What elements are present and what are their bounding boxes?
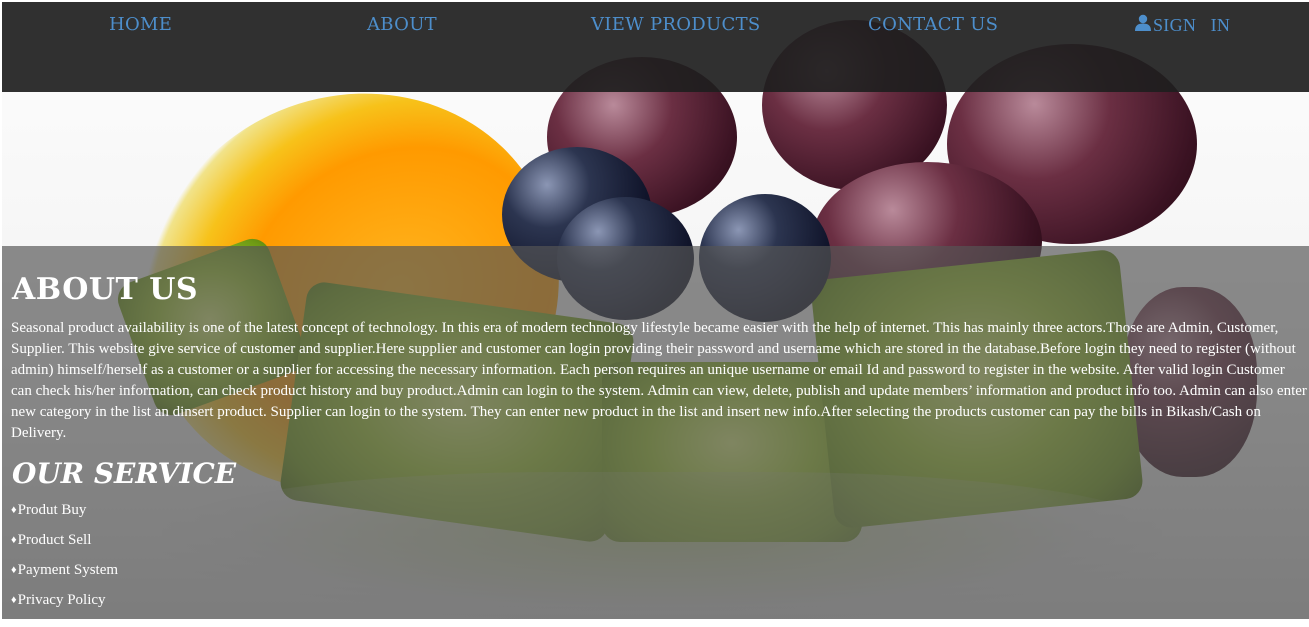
footer-strip xyxy=(0,619,1309,627)
service-item-payment-system[interactable]: ♦ Payment System xyxy=(11,561,118,591)
about-panel: ABOUT US Seasonal product availability i… xyxy=(2,246,1309,619)
service-item-label: Payment System xyxy=(17,562,119,578)
nav-home-link[interactable]: HOME xyxy=(109,14,172,35)
service-list: ♦ Produt Buy ♦ Product Sell ♦ Payment Sy… xyxy=(11,501,118,621)
service-item-label: Produt Buy xyxy=(17,502,87,518)
our-service-heading: OUR SERVICE xyxy=(12,457,237,490)
about-us-heading: ABOUT US xyxy=(12,272,199,307)
nav-about-link[interactable]: ABOUT xyxy=(367,14,437,35)
nav-view-products-link[interactable]: VIEW PRODUCTS xyxy=(591,14,761,35)
user-icon xyxy=(1134,14,1152,32)
service-item-label: Product Sell xyxy=(17,532,92,548)
nav-sign-in-link[interactable]: SIGN IN xyxy=(1134,14,1231,36)
diamond-bullet-icon: ♦ xyxy=(11,564,17,576)
about-us-description: Seasonal product availability is one of … xyxy=(11,320,1307,441)
top-navbar: HOME ABOUT VIEW PRODUCTS CONTACT US SIGN… xyxy=(2,2,1309,92)
diamond-bullet-icon: ♦ xyxy=(11,594,17,606)
service-item-produt-buy[interactable]: ♦ Produt Buy xyxy=(11,501,118,531)
service-item-product-sell[interactable]: ♦ Product Sell xyxy=(11,531,118,561)
nav-contact-us-link[interactable]: CONTACT US xyxy=(868,14,998,35)
sign-in-label: SIGN IN xyxy=(1153,15,1231,35)
diamond-bullet-icon: ♦ xyxy=(11,534,17,546)
service-item-privacy-policy[interactable]: ♦ Privacy Policy xyxy=(11,591,118,621)
service-item-label: Privacy Policy xyxy=(17,592,106,608)
diamond-bullet-icon: ♦ xyxy=(11,504,17,516)
